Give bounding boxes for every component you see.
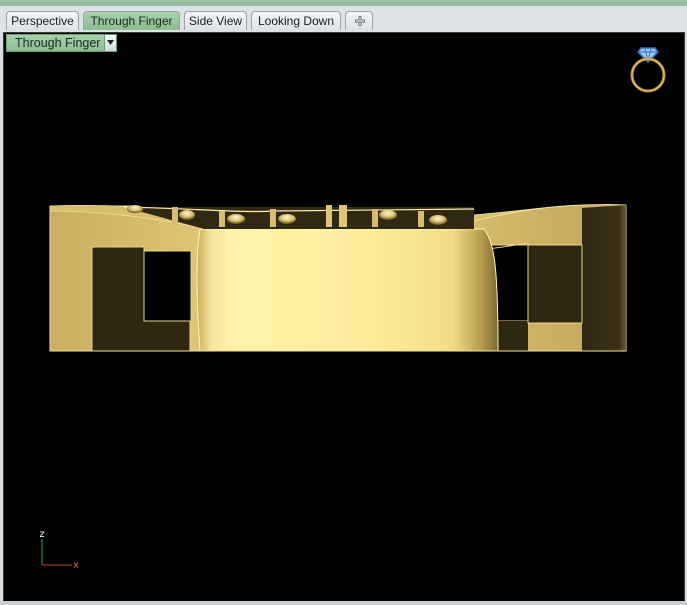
- axis-gizmo-icon: z x: [39, 529, 79, 571]
- add-tab-button[interactable]: [345, 11, 373, 30]
- tab-looking-down[interactable]: Looking Down: [251, 11, 341, 30]
- rhino-viewport-window: Perspective Through Finger Side View Loo…: [0, 0, 687, 605]
- tab-through-finger[interactable]: Through Finger: [83, 11, 180, 30]
- viewport-tab-bar: Perspective Through Finger Side View Loo…: [0, 6, 687, 32]
- tab-perspective[interactable]: Perspective: [6, 11, 79, 30]
- axis-x-label: x: [73, 560, 79, 569]
- axis-indicator: z x: [39, 529, 89, 574]
- viewport-title-label[interactable]: Through Finger: [6, 34, 118, 52]
- viewport-title-text: Through Finger: [15, 36, 101, 50]
- ring-icon[interactable]: [628, 42, 668, 94]
- plus-icon: [355, 16, 365, 26]
- viewport-menu-dropdown[interactable]: [104, 35, 117, 51]
- axis-z-label: z: [39, 529, 45, 540]
- bottom-border-strip: [0, 601, 687, 605]
- triangle-down-icon: [107, 40, 115, 45]
- ring-model-render: [49, 204, 627, 352]
- viewport-canvas[interactable]: Through Finger z x: [3, 32, 685, 602]
- tab-side-view[interactable]: Side View: [184, 11, 247, 30]
